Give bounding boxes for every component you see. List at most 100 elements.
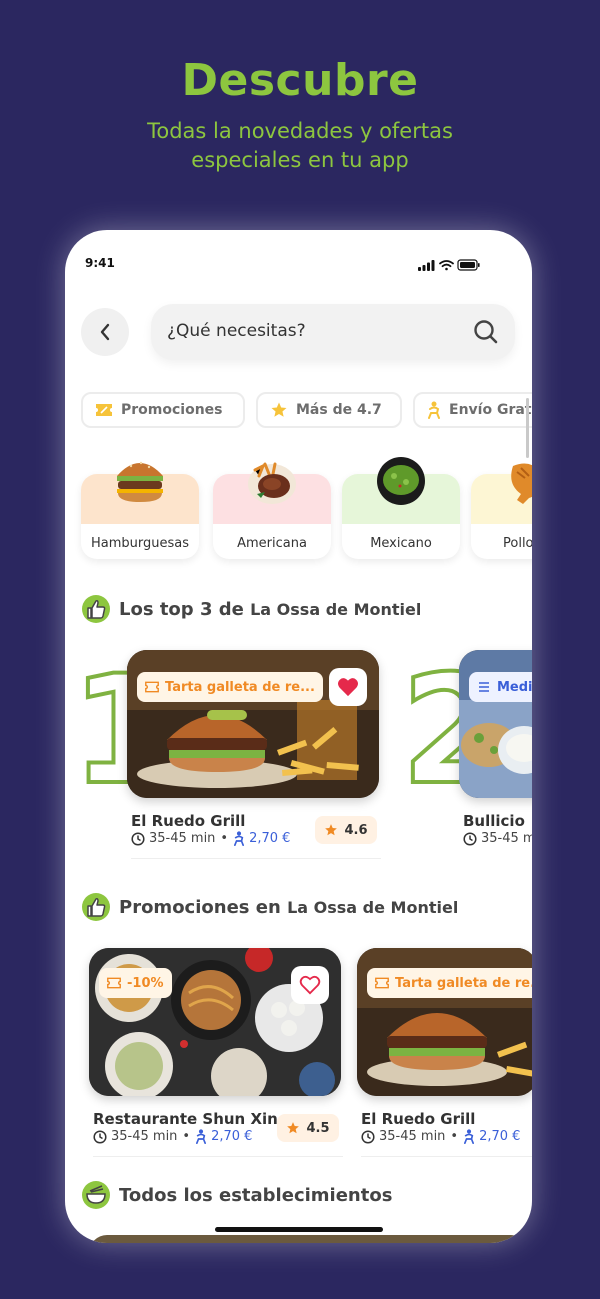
filter-chip-label: Promociones — [121, 402, 223, 418]
promo-badge: -10% — [99, 968, 172, 998]
meta-separator: • — [182, 1129, 191, 1144]
ticket-icon — [375, 977, 389, 989]
restaurant-meta: 35-45 min • 2,70 € — [131, 831, 290, 846]
ticket-icon — [145, 681, 159, 693]
category-label: Americana — [237, 536, 307, 551]
meta-separator: • — [450, 1129, 459, 1144]
rating-value: 4.5 — [306, 1120, 330, 1136]
delivery-time: 35-45 min — [481, 831, 532, 846]
delivery-fee: 2,70 € — [211, 1129, 253, 1144]
filter-chip-free-delivery[interactable]: Envío Gratis — [413, 392, 532, 428]
promo-badge: Tarta galleta de re... — [137, 672, 323, 702]
hero-subtitle: Todas la novedades y ofertas especiales … — [0, 117, 600, 175]
thumbs-up-icon — [82, 595, 110, 623]
delivery-icon — [464, 1129, 475, 1144]
chevron-left-icon — [100, 323, 110, 341]
promo-badge-label: Tarta galleta de re... — [395, 975, 532, 991]
rating-value: 4.6 — [344, 822, 368, 838]
section-title-place: La Ossa de Montiel — [287, 898, 459, 917]
favorite-button[interactable] — [291, 966, 329, 1004]
status-icons — [418, 256, 480, 275]
search-input[interactable] — [167, 321, 447, 341]
category-pollo[interactable]: Pollo — [471, 463, 532, 559]
ticket-icon — [107, 977, 121, 989]
restaurant-name[interactable]: El Ruedo Grill — [361, 1110, 475, 1128]
restaurant-meta: 35-45 min — [463, 831, 532, 846]
search-bar — [151, 304, 515, 360]
restaurant-card-el-ruedo-grill-promo[interactable]: Tarta galleta de re... — [357, 948, 532, 1096]
wifi-icon — [439, 260, 454, 271]
restaurant-meta: 35-45 min • 2,70 € — [361, 1129, 520, 1144]
thumbs-up-icon — [82, 893, 110, 921]
restaurant-card-shun-xin[interactable]: -10% — [89, 948, 341, 1096]
hero-subtitle-line1: Todas la novedades y ofertas — [147, 119, 453, 143]
restaurant-card-bullicio[interactable]: Medite — [459, 650, 532, 798]
divider — [361, 1156, 532, 1157]
divider — [93, 1156, 343, 1157]
star-icon — [271, 402, 287, 417]
restaurant-card-el-ruedo-grill[interactable]: Tarta galleta de re... — [127, 650, 379, 798]
section-title-todos: Todos los establecimientos — [119, 1185, 393, 1206]
hero-title: Descubre — [181, 55, 419, 106]
heart-filled-icon — [338, 678, 358, 697]
clock-icon — [93, 1129, 107, 1144]
delivery-fee: 2,70 € — [249, 831, 291, 846]
delivery-icon — [428, 401, 440, 419]
section-title-top3: Los top 3 de La Ossa de Montiel — [119, 599, 421, 620]
promo-badge-label: Medite — [497, 679, 532, 695]
promo-badge: Medite — [469, 672, 532, 702]
heart-outline-icon — [299, 975, 321, 995]
delivery-time: 35-45 min — [379, 1129, 446, 1144]
category-hamburguesas[interactable]: Hamburguesas — [81, 461, 199, 559]
menu-icon — [479, 682, 489, 692]
divider — [131, 858, 381, 859]
filter-chip-label: Más de 4.7 — [296, 402, 382, 418]
search-icon[interactable] — [473, 319, 499, 345]
clock-icon — [463, 831, 477, 846]
star-icon — [325, 824, 338, 836]
promo-badge: Tarta galleta de re... — [367, 968, 532, 998]
category-label: Mexicano — [370, 536, 432, 551]
delivery-time: 35-45 min — [111, 1129, 178, 1144]
clock-icon — [361, 1129, 375, 1144]
restaurant-name[interactable]: El Ruedo Grill — [131, 812, 245, 830]
category-label: Pollo — [503, 536, 532, 551]
steak-icon — [245, 456, 299, 510]
promo-badge-label: -10% — [127, 975, 164, 991]
filter-chip-promociones[interactable]: Promociones — [81, 392, 245, 428]
promo-badge-label: Tarta galleta de re... — [165, 679, 315, 695]
delivery-time: 35-45 min — [149, 831, 216, 846]
restaurant-name[interactable]: Restaurante Shun Xin — [93, 1110, 278, 1128]
delivery-icon — [234, 831, 245, 846]
battery-icon — [457, 259, 480, 271]
restaurant-meta: 35-45 min • 2,70 € — [93, 1129, 252, 1144]
category-mexicano[interactable]: Mexicano — [342, 457, 460, 559]
favorite-button[interactable] — [329, 668, 367, 706]
filter-chip-label: Envío Gratis — [449, 402, 532, 418]
signal-icon — [418, 260, 435, 271]
burger-icon — [113, 456, 167, 510]
star-icon — [287, 1122, 300, 1134]
ticket-icon — [96, 404, 112, 416]
home-indicator[interactable] — [215, 1227, 383, 1232]
back-button[interactable] — [81, 308, 129, 356]
category-americana[interactable]: Americana — [213, 462, 331, 559]
delivery-fee: 2,70 € — [479, 1129, 521, 1144]
section-title-place: La Ossa de Montiel — [250, 600, 422, 619]
filter-chip-rating[interactable]: Más de 4.7 — [256, 392, 402, 428]
clock-icon — [131, 831, 145, 846]
section-title-text: Promociones en — [119, 897, 281, 918]
establishment-card-preview[interactable] — [89, 1235, 529, 1243]
hero-subtitle-line2: especiales en tu app — [191, 148, 409, 172]
restaurant-name[interactable]: Bullicio — [463, 812, 525, 830]
section-title-text: Los top 3 de — [119, 599, 244, 620]
scrollbar[interactable] — [526, 398, 529, 458]
section-title-promociones: Promociones en La Ossa de Montiel — [119, 897, 458, 918]
meta-separator: • — [220, 831, 229, 846]
rating-badge: 4.5 — [277, 1114, 339, 1142]
category-label: Hamburguesas — [90, 536, 189, 551]
chicken-leg-icon — [503, 456, 532, 510]
guacamole-icon — [374, 456, 428, 510]
delivery-icon — [196, 1129, 207, 1144]
status-time: 9:41 — [85, 256, 115, 270]
